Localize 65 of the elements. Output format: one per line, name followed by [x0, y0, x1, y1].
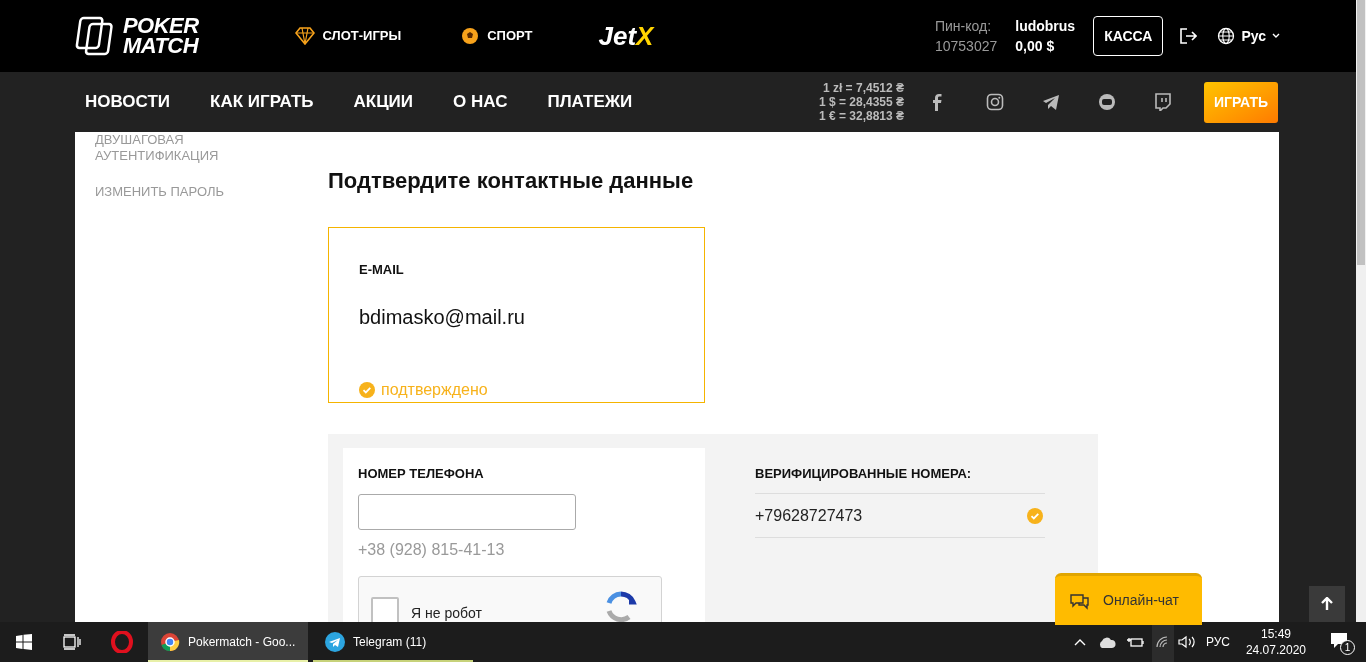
- cloud-icon[interactable]: [1097, 636, 1116, 648]
- ball-icon: [461, 27, 480, 45]
- scroll-to-top-button[interactable]: [1309, 586, 1345, 622]
- email-label: E-MAIL: [359, 261, 405, 279]
- notification-count: 1: [1340, 640, 1355, 655]
- logo-text: POKER: [123, 16, 199, 36]
- exchange-rate: 1 € = 32,8813 ₴: [818, 109, 904, 123]
- top-link[interactable]: СПОРТ: [461, 26, 533, 46]
- clock-time[interactable]: 15:49: [1260, 626, 1291, 642]
- check-circle-icon: [359, 381, 375, 398]
- top-link[interactable]: СЛОТ-ИГРЫ: [294, 26, 402, 46]
- nav-link[interactable]: НОВОСТИ: [85, 89, 171, 115]
- balance: 0,00 $: [1015, 37, 1056, 56]
- speaker-icon[interactable]: [1177, 635, 1196, 649]
- diamond-icon: [294, 27, 315, 45]
- twitch-icon[interactable]: [1154, 93, 1172, 111]
- verified-numbers-title: ВЕРИФИЦИРОВАННЫЕ НОМЕРА:: [755, 463, 1045, 494]
- chrome-icon: [160, 632, 180, 652]
- cashier-button[interactable]: КАССА: [1093, 16, 1164, 56]
- username: ludobrus: [1015, 17, 1076, 36]
- taskbar-app-button[interactable]: Pokermatch - Goo...: [148, 622, 308, 662]
- arrow-up-icon: [1321, 597, 1333, 611]
- task-view-icon: [63, 634, 81, 650]
- paper-plane-icon[interactable]: [1042, 93, 1060, 111]
- battery-icon[interactable]: [1125, 636, 1144, 648]
- logo-text: MATCH: [123, 36, 199, 56]
- telegram-icon: [325, 632, 345, 652]
- logo[interactable]: POKER MATCH: [75, 16, 199, 56]
- notifications-button[interactable]: 1: [1328, 628, 1356, 656]
- verification-status: подтверждено: [359, 377, 704, 402]
- email-value: bdimasko@mail.ru: [359, 304, 526, 330]
- exchange-rate: 1 zł = 7,4512 ₴: [822, 81, 904, 95]
- captcha-checkbox[interactable]: [371, 597, 399, 622]
- nav-link[interactable]: КАК ИГРАТЬ: [210, 89, 314, 115]
- language-selector[interactable]: Рус: [1217, 25, 1280, 47]
- pin-code: 10753027: [934, 37, 998, 56]
- nav-link[interactable]: АКЦИИ: [353, 89, 414, 115]
- captcha-label: Я не робот: [411, 604, 482, 622]
- taskbar-app-button[interactable]: Telegram (11): [313, 622, 473, 662]
- phone-number: +79628727473: [755, 505, 863, 526]
- clock-date[interactable]: 24.07.2020: [1245, 642, 1306, 658]
- pin-label: Пин-код:: [934, 17, 993, 36]
- phone-label: НОМЕР ТЕЛЕФОНА: [358, 464, 485, 483]
- phone-input-field[interactable]: [358, 494, 576, 530]
- recaptcha-logo-icon: [605, 591, 637, 622]
- play-circle-icon[interactable]: [1098, 93, 1116, 111]
- exchange-rate: 1 $ = 28,4355 ₴: [818, 95, 904, 109]
- chevron-down-icon: [1272, 33, 1280, 39]
- page-title: Подтвердите контактные данные: [328, 167, 695, 195]
- chat-bubbles-icon: [1069, 591, 1091, 610]
- message-icon: [1330, 632, 1348, 649]
- logout-icon[interactable]: [1179, 27, 1198, 45]
- jetx-logo[interactable]: JetX: [598, 16, 654, 56]
- windows-logo-icon: [16, 634, 32, 650]
- wifi-icon: [1155, 636, 1170, 648]
- wifi-button[interactable]: [1151, 622, 1174, 662]
- online-chat-button[interactable]: Онлайн-чат: [1055, 573, 1202, 625]
- globe-icon: [1217, 27, 1236, 45]
- nav-link[interactable]: ПЛАТЕЖИ: [547, 89, 633, 115]
- input-language[interactable]: РУС: [1205, 633, 1230, 651]
- chevron-up-icon[interactable]: [1073, 638, 1086, 646]
- instagram-icon[interactable]: [986, 93, 1004, 111]
- opera-icon: [111, 631, 133, 653]
- nav-link[interactable]: О НАС: [453, 89, 508, 115]
- phone-hint: +38 (928) 815-41-13: [358, 540, 506, 560]
